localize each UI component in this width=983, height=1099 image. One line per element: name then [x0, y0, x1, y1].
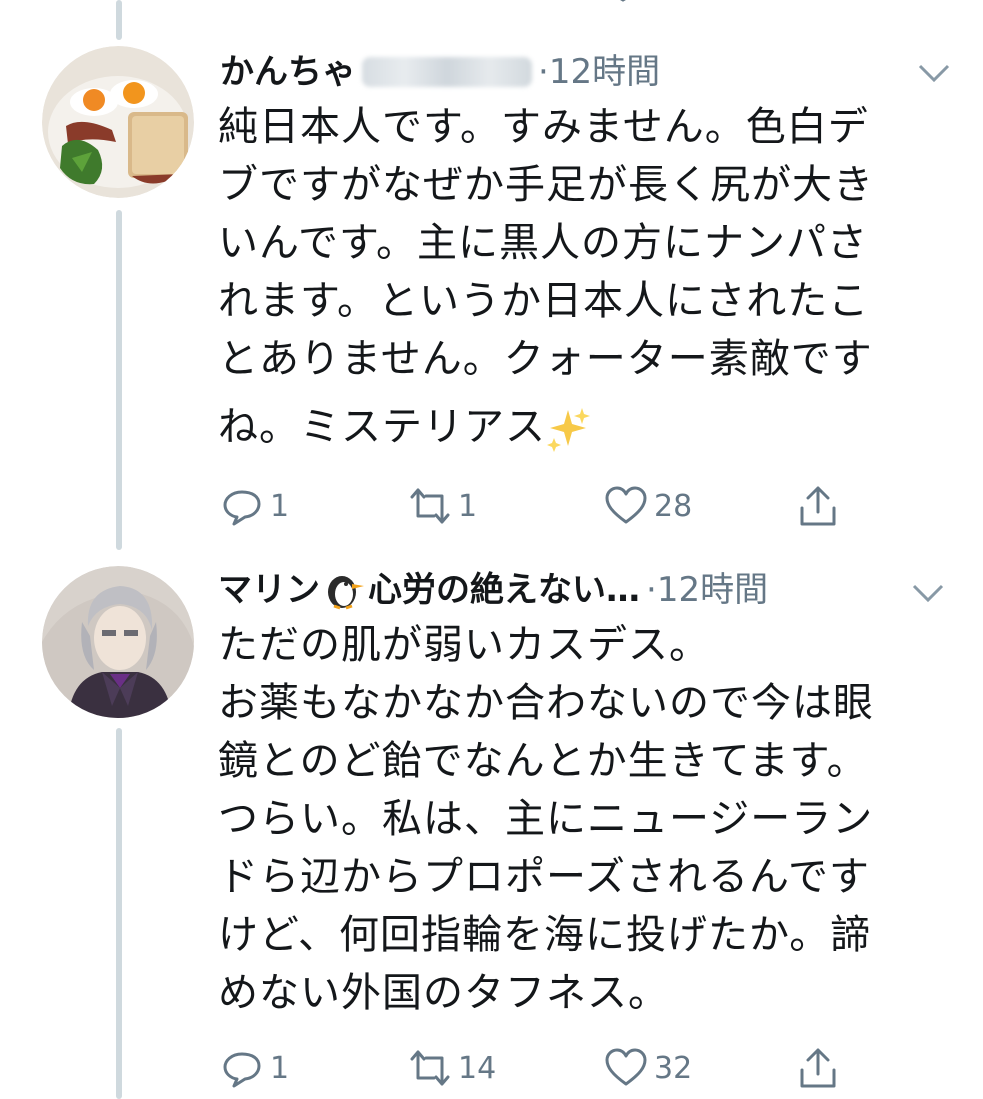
- like-action[interactable]: 28: [604, 484, 692, 528]
- share-action[interactable]: [796, 484, 840, 528]
- like-count: 32: [654, 1050, 693, 1086]
- display-name[interactable]: かんちゃ: [220, 52, 356, 92]
- separator: ·: [646, 570, 657, 610]
- text-line: 純日本人です。すみません。色白デ: [218, 104, 869, 150]
- retweet-icon[interactable]: [410, 0, 460, 6]
- thread-line-2: [116, 728, 122, 1099]
- share-icon: [800, 486, 836, 526]
- retweet-count: 14: [458, 1050, 497, 1086]
- like-icon: [605, 486, 647, 524]
- share-icon: [800, 1048, 836, 1088]
- avatar[interactable]: [42, 566, 194, 718]
- text-line: 鏡とのど飴でなんとか生きてます。: [218, 738, 868, 784]
- avatar-character-image: [42, 566, 194, 718]
- like-icon: [605, 1048, 647, 1086]
- thread-line-top: [116, 0, 122, 40]
- text-line: めない外国のタフネス。: [218, 970, 669, 1016]
- tweet-text: 純日本人です。すみません。色白デ ブですがなぜか手足が長く尻が大き いんです。主…: [218, 98, 938, 456]
- retweet-icon: [410, 1050, 450, 1086]
- retweet-action[interactable]: 1: [408, 484, 477, 528]
- avatar-food-image: [42, 46, 194, 198]
- text-line: つらい。私は、主にニュージーラン: [218, 796, 874, 842]
- retweet-icon: [410, 488, 450, 524]
- reply-action[interactable]: 1: [220, 1046, 289, 1090]
- sparkles-emoji: [547, 408, 590, 452]
- retweet-action[interactable]: 14: [408, 1046, 496, 1090]
- tweet-text: ただの肌が弱いカスデス。 お薬もなかなか合わないので今は眼 鏡とのど飴でなんとか…: [218, 616, 938, 1022]
- text-line: けど、何回指輪を海に投げたか。諦: [218, 912, 872, 958]
- blurred-handle: [362, 57, 532, 87]
- reply-action[interactable]: 1: [220, 484, 289, 528]
- penguin-emoji: [328, 576, 364, 610]
- separator: ·: [538, 52, 549, 92]
- tweet-header: マリン 心労の絶えない… · 12時間: [218, 570, 768, 610]
- text-line: とありません。クォーター素敵です: [218, 336, 873, 382]
- tweet-header: かんちゃ · 12時間: [220, 52, 660, 92]
- reply-count: 1: [270, 1050, 290, 1086]
- display-name-rest[interactable]: 心労の絶えない…: [368, 570, 640, 610]
- reply-count: 1: [270, 488, 290, 524]
- share-icon[interactable]: [800, 0, 840, 6]
- text-line: れます。というか日本人にされたこ: [218, 278, 870, 324]
- text-line: ブですがなぜか手足が長く尻が大き: [218, 162, 874, 208]
- text-line: お薬もなかなか合わないので今は眼: [218, 680, 874, 726]
- avatar[interactable]: [42, 46, 194, 198]
- like-count: 28: [654, 488, 693, 524]
- reply-icon: [223, 1052, 261, 1088]
- retweet-count: 1: [458, 488, 478, 524]
- timestamp[interactable]: 12時間: [549, 52, 660, 92]
- like-action[interactable]: 32: [604, 1046, 692, 1090]
- timestamp[interactable]: 12時間: [657, 570, 768, 610]
- text-line: ただの肌が弱いカスデス。: [218, 622, 710, 668]
- caret-down-icon[interactable]: [908, 580, 948, 606]
- text-line: ドら辺からプロポーズされるんです: [218, 854, 870, 900]
- caret-down-icon[interactable]: [914, 60, 954, 86]
- reply-icon[interactable]: [222, 0, 266, 6]
- share-action[interactable]: [796, 1046, 840, 1090]
- reply-icon: [223, 490, 261, 526]
- like-icon[interactable]: [605, 0, 641, 6]
- thread-line-1: [116, 210, 122, 550]
- display-name[interactable]: マリン: [218, 570, 320, 610]
- text-line: ね。ミステリアス: [218, 404, 546, 450]
- text-line: いんです。主に黒人の方にナンパさ: [218, 220, 868, 266]
